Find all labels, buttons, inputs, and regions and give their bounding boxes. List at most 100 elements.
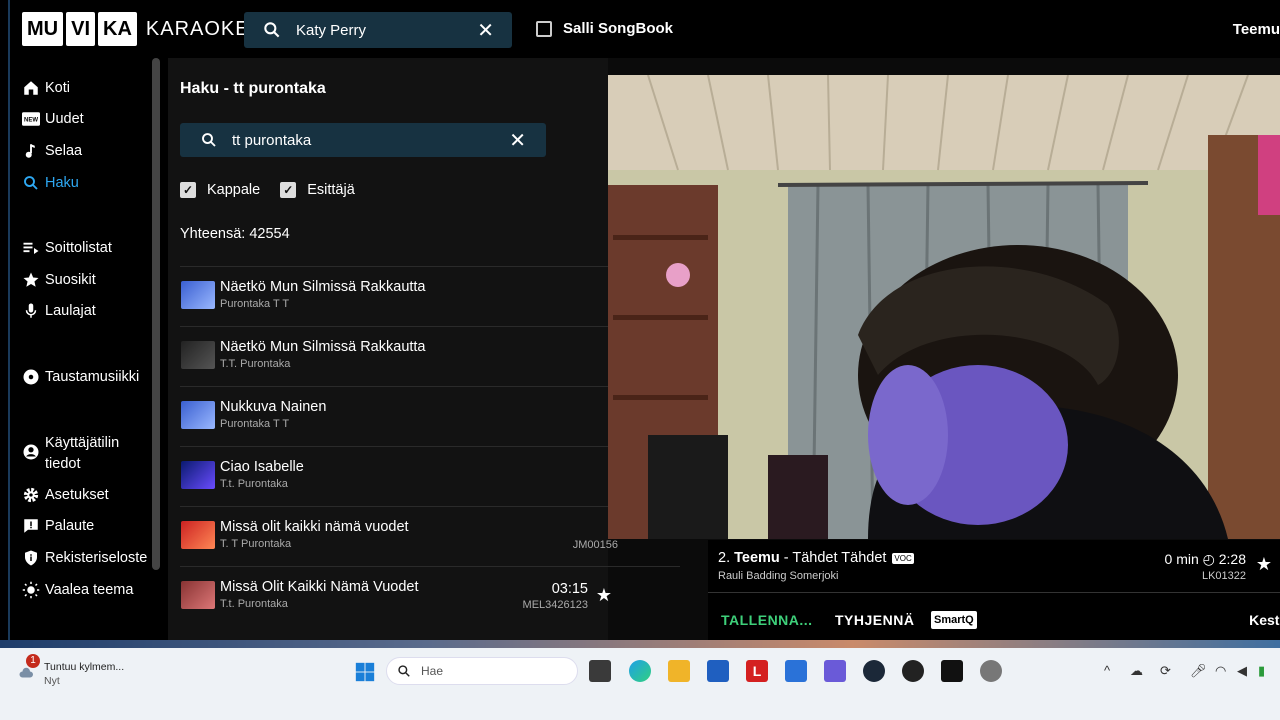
shield-icon	[22, 549, 40, 567]
edge-browser-icon[interactable]	[629, 660, 651, 682]
user-name[interactable]: Teemu	[1233, 21, 1280, 38]
task-view-icon[interactable]	[589, 660, 611, 682]
sidebar-item-label: Vaalea teema	[45, 582, 134, 598]
song-artist: Purontaka T T	[220, 298, 290, 310]
battery-icon[interactable]: ▮	[1258, 663, 1265, 679]
sidebar-item-koti[interactable]: Koti	[22, 79, 70, 97]
steam-icon[interactable]	[863, 660, 885, 682]
song-thumbnail	[181, 581, 215, 609]
search-input[interactable]: tt purontaka ✕	[180, 123, 546, 157]
favorite-star-icon[interactable]: ★	[1256, 554, 1272, 575]
camera-feed	[608, 75, 1280, 539]
clear-search-icon[interactable]: ✕	[477, 18, 494, 43]
sidebar-item-label: Uudet	[45, 111, 84, 127]
microphone-icon	[22, 302, 40, 320]
sidebar-item-rekisteriseloste[interactable]: Rekisteriseloste	[22, 549, 147, 567]
sidebar-item-uudet[interactable]: NEW Uudet	[22, 110, 84, 128]
filter-song-checkbox[interactable]: ✓	[180, 182, 196, 198]
filter-artist-checkbox[interactable]: ✓	[280, 182, 297, 198]
queue-entry[interactable]: 2. Teemu - Tähdet Tähdet VOC	[718, 550, 914, 566]
epic-games-icon[interactable]	[941, 660, 963, 682]
sidebar-item-laulajat[interactable]: Laulajat	[22, 302, 96, 320]
sidebar-item-label: Haku	[45, 175, 79, 191]
song-title: Missä olit kaikki nämä vuodet	[220, 519, 409, 535]
table-row[interactable]: Ciao Isabelle T.t. Purontaka	[180, 446, 680, 506]
search-filters: ✓ Kappale ✓ Esittäjä	[180, 182, 355, 198]
song-thumbnail	[181, 521, 215, 549]
song-artist: T.t. Purontaka	[220, 598, 288, 610]
table-row[interactable]: Nukkuva Nainen Purontaka T T F	[180, 386, 680, 446]
feedback-icon	[22, 517, 40, 535]
sidebar-item-palaute[interactable]: Palaute	[22, 517, 94, 535]
global-search-value[interactable]: Katy Perry	[296, 22, 477, 39]
app-window: MU VI KA KARAOKE Katy Perry ✕ Salli Song…	[8, 0, 1280, 640]
wifi-icon[interactable]: ◠	[1215, 663, 1226, 679]
table-row[interactable]: Näetkö Mun Silmissä Rakkautta T.T. Puron…	[180, 326, 680, 386]
sidebar-item-asetukset[interactable]: Asetukset	[22, 486, 109, 504]
save-button[interactable]: TALLENNA...	[721, 612, 813, 628]
table-row[interactable]: Missä olit kaikki nämä vuodet T. T Puron…	[180, 506, 680, 566]
voc-badge: VOC	[892, 552, 914, 564]
sidebar-item-label: Selaa	[45, 143, 83, 159]
music-note-icon	[22, 142, 40, 160]
sidebar-item-label-line1: Käyttäjätilin	[45, 435, 120, 451]
sidebar-item-label: Suosikit	[45, 272, 96, 288]
sidebar-item-vaalea-teema[interactable]: Vaalea teema	[22, 581, 133, 599]
clear-search-icon[interactable]: ✕	[509, 128, 526, 153]
microphone-icon[interactable]: 🎤︎	[1190, 663, 1207, 679]
search-query[interactable]: tt purontaka	[232, 132, 509, 149]
cloud-icon[interactable]: ☁	[1130, 663, 1143, 679]
teams-icon[interactable]	[824, 660, 846, 682]
playlist-icon	[22, 239, 40, 257]
sidebar-item-kayttajatili[interactable]: Käyttäjätilin tiedot	[22, 433, 119, 475]
store-icon[interactable]	[707, 660, 729, 682]
taskbar-search[interactable]: Hae	[386, 657, 578, 685]
sync-icon[interactable]: ⟳	[1160, 663, 1171, 679]
search-panel: Haku - tt purontaka tt purontaka ✕ ✓ Kap…	[168, 58, 680, 640]
gear-icon	[22, 486, 40, 504]
search-icon	[398, 665, 410, 677]
app-logo[interactable]: MU VI KA KARAOKE	[22, 12, 250, 46]
taskbar-search-placeholder: Hae	[421, 664, 444, 678]
top-bar: MU VI KA KARAOKE Katy Perry ✕ Salli Song…	[10, 0, 1280, 58]
app-l-icon[interactable]: L	[746, 660, 768, 682]
start-icon[interactable]	[354, 661, 376, 683]
sidebar-item-label: Käyttäjätilin tiedot	[45, 433, 119, 475]
songbook-checkbox[interactable]	[536, 20, 552, 37]
song-thumbnail	[181, 281, 215, 309]
queue-time: 0 min ◴ 2:28	[1164, 551, 1246, 567]
clear-button[interactable]: TYHJENNÄ	[835, 612, 914, 628]
app-icon[interactable]	[902, 660, 924, 682]
favorite-star-icon[interactable]: ★	[596, 585, 612, 606]
logo-part: MU	[22, 12, 64, 46]
weather-widget[interactable]: 1 Tuntuu kylmem... Nyt	[18, 654, 125, 688]
home-icon	[22, 79, 40, 97]
outlook-icon[interactable]	[785, 660, 807, 682]
taskbar	[0, 648, 1280, 720]
chevron-up-icon[interactable]: ^	[1104, 663, 1110, 678]
table-row[interactable]: Missä Olit Kaikki Nämä Vuodet T.t. Puron…	[180, 566, 680, 626]
sidebar-item-selaa[interactable]: Selaa	[22, 142, 82, 160]
table-row[interactable]: Näetkö Mun Silmissä Rakkautta Purontaka …	[180, 266, 680, 326]
sidebar-scrollbar[interactable]	[152, 58, 160, 570]
sidebar-item-haku[interactable]: Haku	[22, 174, 79, 192]
smartq-button[interactable]: SmartQ	[931, 611, 977, 629]
global-search-input[interactable]: Katy Perry ✕	[244, 12, 512, 48]
queue-song: - Tähdet Tähdet	[783, 550, 887, 566]
now-playing-bar: 2. Teemu - Tähdet Tähdet VOC Rauli Baddi…	[708, 540, 1280, 640]
filter-artist-label: Esittäjä	[307, 182, 355, 198]
file-explorer-icon[interactable]	[668, 660, 690, 682]
settings-icon[interactable]	[980, 660, 1002, 682]
sidebar-item-label: Koti	[45, 80, 70, 96]
song-duration: 03:15	[551, 581, 588, 597]
volume-icon[interactable]: ◀︎	[1237, 663, 1247, 679]
song-title: Missä Olit Kaikki Nämä Vuodet	[220, 579, 419, 595]
sidebar-item-soittolistat[interactable]: Soittolistat	[22, 239, 112, 257]
weather-title: Tuntuu kylmem...	[44, 661, 125, 673]
song-artist: T. T Purontaka	[220, 538, 292, 550]
songbook-toggle[interactable]: Salli SongBook	[536, 20, 673, 37]
queue-code: LK01322	[1201, 570, 1246, 582]
sidebar-item-taustamusiikki[interactable]: Taustamusiikki	[22, 368, 139, 386]
song-code: MEL3426123	[522, 599, 588, 611]
sidebar-item-suosikit[interactable]: Suosikit	[22, 271, 96, 289]
